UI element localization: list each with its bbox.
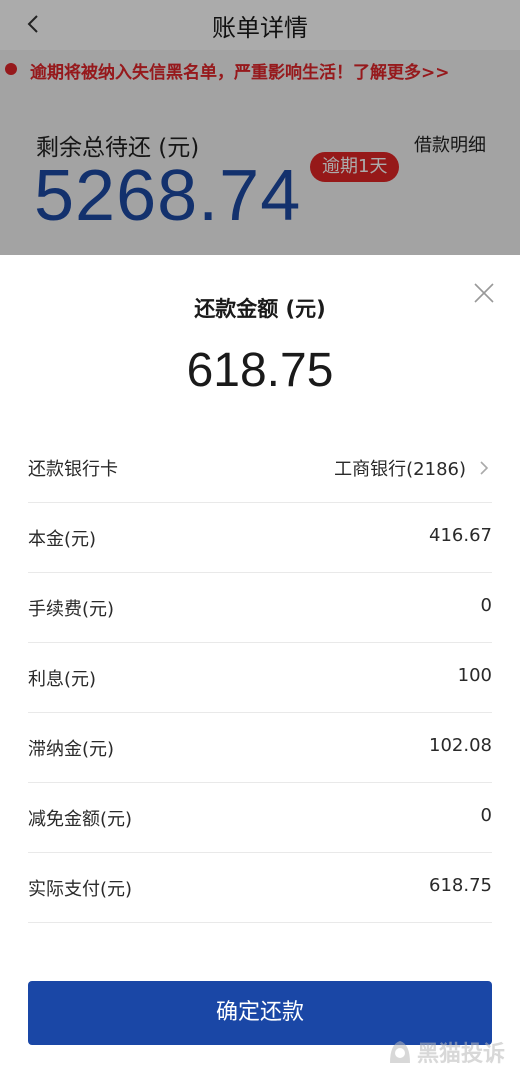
row-value: 0: [480, 805, 492, 826]
row-value: 618.75: [429, 875, 492, 896]
close-icon[interactable]: [472, 281, 496, 305]
chevron-right-icon: [478, 459, 490, 477]
discount-row: 减免金额(元) 0: [28, 783, 492, 853]
row-label: 利息(元): [28, 669, 97, 690]
row-value: 416.67: [429, 525, 492, 546]
cat-logo-icon: [385, 1036, 415, 1066]
row-value: 100: [457, 665, 492, 686]
principal-row: 本金(元) 416.67: [28, 503, 492, 573]
row-label: 手续费(元): [28, 599, 115, 620]
late-fee-row: 滞纳金(元) 102.08: [28, 713, 492, 783]
row-label: 本金(元): [28, 529, 97, 550]
row-value: 0: [480, 595, 492, 616]
interest-row: 利息(元) 100: [28, 643, 492, 713]
bank-card-row[interactable]: 还款银行卡 工商银行(2186): [28, 433, 492, 503]
repayment-sheet: 还款金额 (元) 618.75 还款银行卡 工商银行(2186) 本金(元) 4…: [0, 255, 520, 1075]
row-value: 102.08: [429, 735, 492, 756]
row-label: 减免金额(元): [28, 809, 133, 830]
sheet-title: 还款金额 (元): [194, 297, 326, 321]
actual-payment-row: 实际支付(元) 618.75: [28, 853, 492, 923]
repayment-amount: 618.75: [186, 344, 334, 397]
row-label: 实际支付(元): [28, 879, 133, 900]
row-value: 工商银行(2186): [334, 459, 466, 480]
watermark-text: 黑猫投诉: [417, 1042, 506, 1067]
row-label: 滞纳金(元): [28, 739, 115, 760]
fee-row: 手续费(元) 0: [28, 573, 492, 643]
modal-overlay[interactable]: [0, 0, 520, 255]
row-label: 还款银行卡: [28, 459, 118, 480]
watermark: 黑猫投诉: [385, 1030, 517, 1070]
